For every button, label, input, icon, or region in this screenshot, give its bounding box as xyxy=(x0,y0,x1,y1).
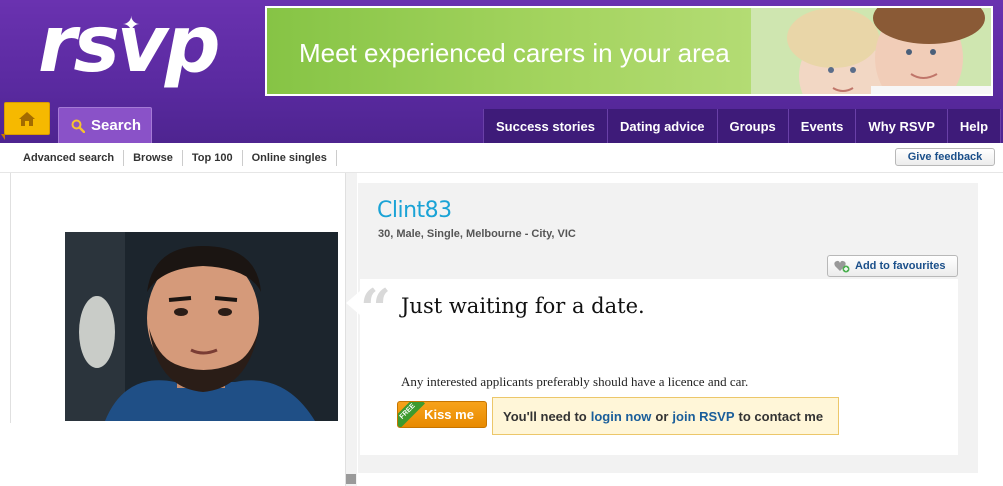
logo-star-icon: ✦ xyxy=(122,12,141,37)
home-icon xyxy=(19,111,35,126)
join-rsvp-link[interactable]: join RSVP xyxy=(672,409,734,424)
subnav-top-100[interactable]: Top 100 xyxy=(183,150,243,166)
rsvp-logo[interactable]: rsvp ✦ xyxy=(38,0,221,92)
site-header: rsvp ✦ Meet experienced carers in your a… xyxy=(0,0,1003,150)
profile-details: 30, Male, Single, Melbourne - City, VIC xyxy=(378,228,576,240)
nav-why-rsvp[interactable]: Why RSVP xyxy=(856,109,948,143)
nav-dating-advice[interactable]: Dating advice xyxy=(608,109,718,143)
banner-text: Meet experienced carers in your area xyxy=(299,38,730,68)
heart-plus-icon xyxy=(834,260,850,273)
contact-notice: You'll need to login now or join RSVP to… xyxy=(492,397,839,435)
nav-success-stories[interactable]: Success stories xyxy=(483,109,609,143)
scrollbar-handle[interactable] xyxy=(346,474,356,484)
profile-photo[interactable] xyxy=(65,232,338,421)
contact-prefix: You'll need to xyxy=(503,408,587,424)
sub-navigation: Advanced search Browse Top 100 Online si… xyxy=(0,143,1003,173)
free-badge: FREE xyxy=(398,402,425,427)
profile-headline: Just waiting for a date. xyxy=(401,294,645,318)
left-column-border xyxy=(10,173,11,423)
ad-banner[interactable]: Meet experienced carers in your area xyxy=(265,6,993,96)
nav-events[interactable]: Events xyxy=(788,109,857,143)
subnav-advanced-search[interactable]: Advanced search xyxy=(14,150,125,166)
kiss-me-label: Kiss me xyxy=(424,407,474,422)
add-to-favourites-button[interactable]: Add to favourites xyxy=(827,255,958,277)
profile-username: Clint83 xyxy=(377,198,452,223)
profile-about-text: Any interested applicants preferably sho… xyxy=(401,374,749,389)
search-tab-label: Search xyxy=(91,117,142,134)
profile-photo-image xyxy=(65,232,338,421)
column-divider xyxy=(345,173,357,486)
quote-icon: “ xyxy=(360,277,392,341)
subnav-online-singles[interactable]: Online singles xyxy=(243,150,337,166)
banner-photo xyxy=(751,8,991,94)
subnav-browse[interactable]: Browse xyxy=(124,150,183,166)
give-feedback-button[interactable]: Give feedback xyxy=(895,148,995,166)
contact-middle: or xyxy=(655,408,669,424)
login-now-link[interactable]: login now xyxy=(591,409,652,424)
nav-groups[interactable]: Groups xyxy=(717,109,789,143)
kiss-me-button[interactable]: FREE Kiss me xyxy=(397,401,487,428)
contact-suffix: to contact me xyxy=(738,408,824,424)
speech-bubble-arrow xyxy=(346,291,360,315)
home-button[interactable] xyxy=(1,102,50,140)
add-to-favourites-label: Add to favourites xyxy=(855,260,946,272)
top-navigation: Success stories Dating advice Groups Eve… xyxy=(483,109,1002,143)
search-icon xyxy=(71,119,85,133)
nav-help[interactable]: Help xyxy=(947,109,1002,143)
search-tab[interactable]: Search xyxy=(58,107,152,150)
